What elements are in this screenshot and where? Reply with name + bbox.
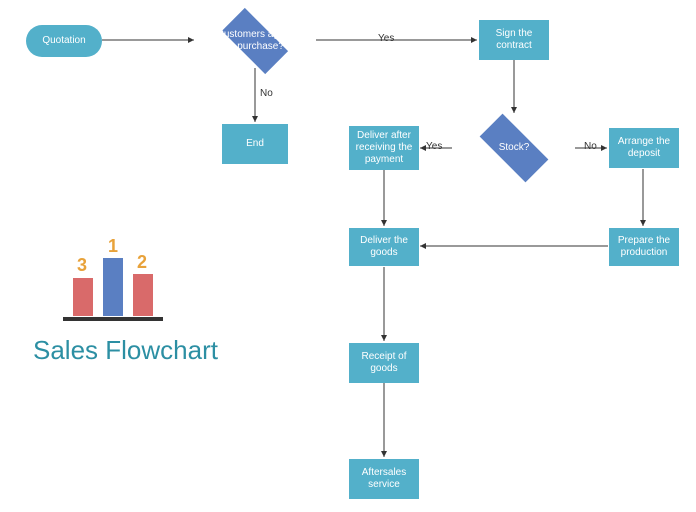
node-stock: Stock? xyxy=(470,125,558,171)
node-aftersales: Aftersales service xyxy=(349,459,419,499)
node-label: Aftersales service xyxy=(351,467,417,491)
node-label: Receipt of goods xyxy=(351,351,417,375)
node-customers-agree: Customers agree to purchase? xyxy=(213,18,297,63)
podium-bar-3 xyxy=(73,278,93,316)
edge-label-no2: No xyxy=(584,141,597,152)
node-label: End xyxy=(246,138,264,150)
podium-num-2: 2 xyxy=(137,252,147,273)
podium-num-1: 1 xyxy=(108,236,118,257)
node-receipt-goods: Receipt of goods xyxy=(349,343,419,383)
node-label: Deliver after receiving the payment xyxy=(351,130,417,166)
node-deliver-goods: Deliver the goods xyxy=(349,228,419,266)
podium-bar-2 xyxy=(133,274,153,316)
node-label: Customers agree to purchase? xyxy=(213,29,297,53)
node-label: Quotation xyxy=(42,35,85,47)
flowchart-arrows xyxy=(0,0,696,512)
node-label: Stock? xyxy=(499,142,530,154)
node-prepare-production: Prepare the production xyxy=(609,228,679,266)
edge-label-no1: No xyxy=(260,88,273,99)
node-label: Sign the contract xyxy=(481,28,547,52)
page-title: Sales Flowchart xyxy=(33,335,218,366)
node-label: Prepare the production xyxy=(611,235,677,259)
podium-num-3: 3 xyxy=(77,255,87,276)
node-arrange-deposit: Arrange the deposit xyxy=(609,128,679,168)
podium-baseline xyxy=(63,317,163,321)
node-sign-contract: Sign the contract xyxy=(479,20,549,60)
edge-label-yes1: Yes xyxy=(378,33,394,44)
podium-bar-1 xyxy=(103,258,123,316)
node-label: Deliver the goods xyxy=(351,235,417,259)
node-deliver-after-payment: Deliver after receiving the payment xyxy=(349,126,419,170)
node-label: Arrange the deposit xyxy=(611,136,677,160)
node-end: End xyxy=(222,124,288,164)
edge-label-yes2: Yes xyxy=(426,141,442,152)
node-quotation: Quotation xyxy=(26,25,102,57)
